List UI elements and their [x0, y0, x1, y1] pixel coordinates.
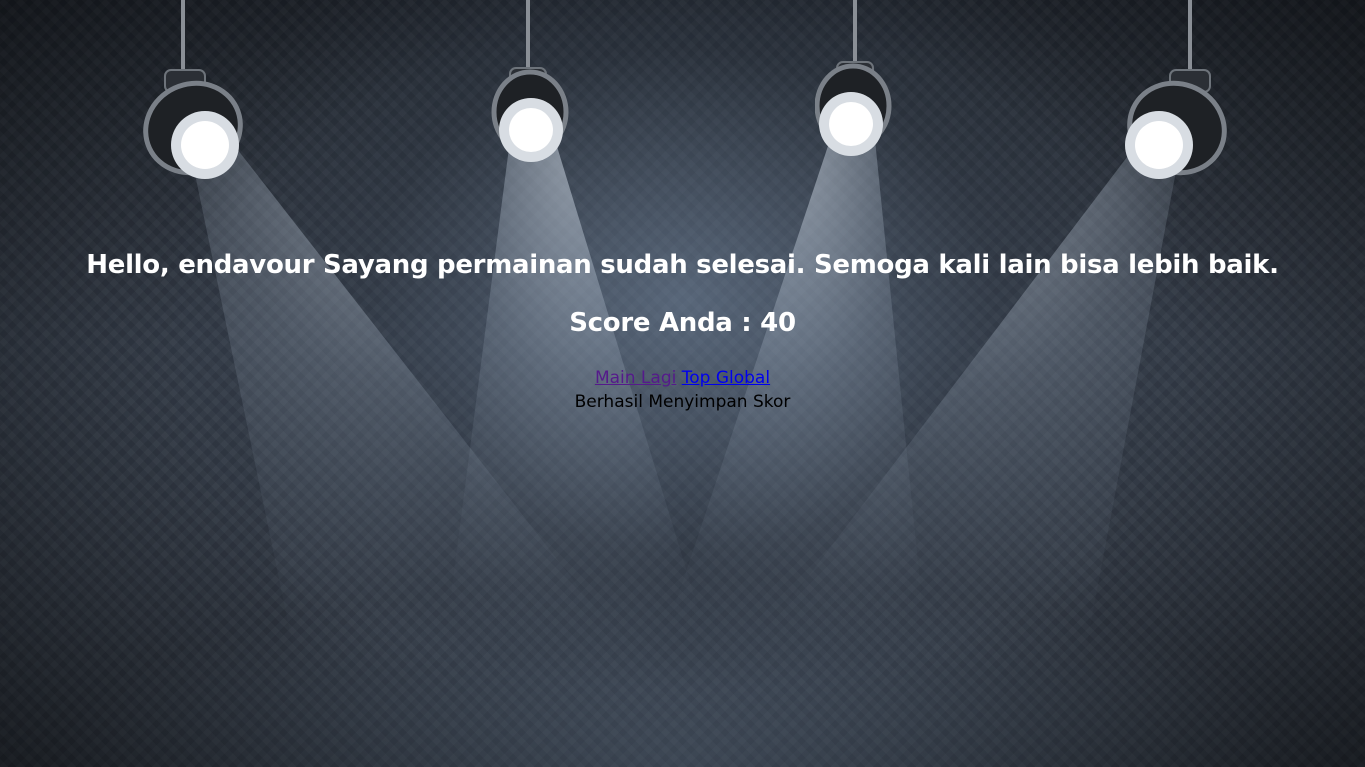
spotlight-icon: [143, 0, 243, 179]
spotlight-icon: [815, 0, 892, 156]
page-body: { "message": "Hello, endavour Sayang per…: [0, 0, 1365, 767]
action-links: Main Lagi Top Global: [0, 366, 1365, 390]
game-over-message: Hello, endavour Sayang permainan sudah s…: [86, 250, 1279, 280]
top-global-link[interactable]: Top Global: [682, 368, 770, 388]
score-display: Score Anda : 40: [569, 308, 796, 338]
spotlight-icon: [1125, 0, 1227, 179]
game-over-panel: Hello, endavour Sayang permainan sudah s…: [0, 246, 1365, 414]
spotlight-icon: [491, 0, 569, 162]
play-again-link[interactable]: Main Lagi: [595, 368, 676, 388]
save-status-text: Berhasil Menyimpan Skor: [574, 392, 791, 412]
